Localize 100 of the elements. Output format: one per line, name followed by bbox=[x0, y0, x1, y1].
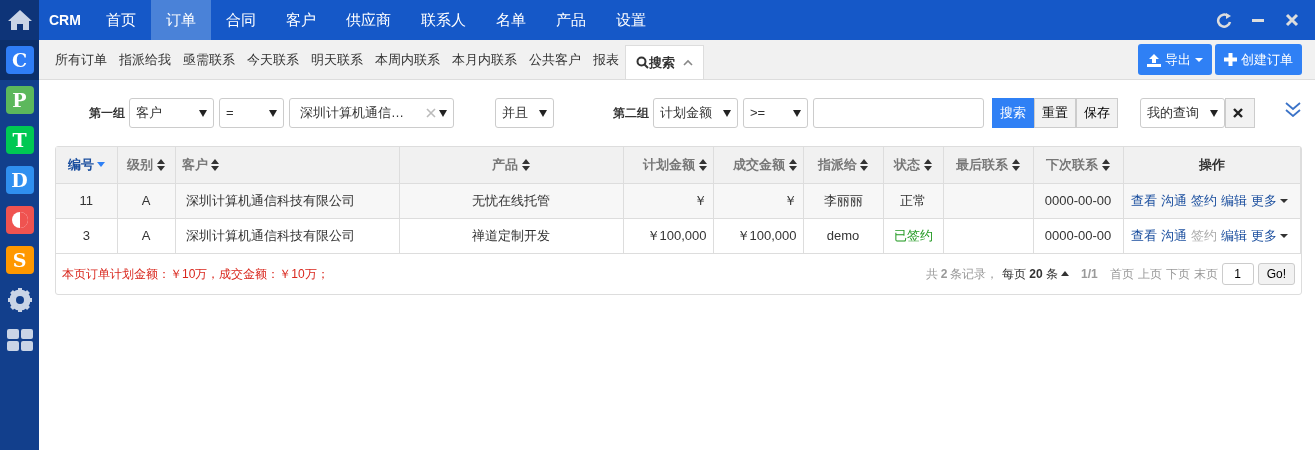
filter-button[interactable]: 搜索 bbox=[992, 98, 1034, 128]
action-link[interactable]: 编辑 bbox=[1221, 192, 1248, 208]
table-cell: ￥100,000 bbox=[736, 227, 797, 243]
field-select[interactable]: 计划金额 bbox=[653, 98, 738, 128]
subnav-link[interactable]: 指派给我 bbox=[113, 40, 177, 79]
action-link: 签约 bbox=[1191, 227, 1218, 243]
nav-tab[interactable]: 名单 bbox=[480, 0, 541, 40]
subnav-link[interactable]: 公共客户 bbox=[523, 40, 587, 79]
caret-icon bbox=[1194, 57, 1203, 62]
caret-icon bbox=[1280, 233, 1289, 238]
close-icon bbox=[1233, 108, 1243, 118]
table-cell: 0000-00-00 bbox=[1044, 227, 1112, 243]
table-cell: 李丽丽 bbox=[823, 192, 863, 208]
nav-tab[interactable]: 设置 bbox=[600, 0, 661, 40]
subnav-link[interactable]: 报表 bbox=[587, 40, 625, 79]
sort-icon bbox=[923, 158, 932, 171]
caret-icon bbox=[269, 109, 277, 117]
nav-tab[interactable]: 客户 bbox=[270, 0, 331, 40]
filter-button[interactable]: 重置 bbox=[1034, 98, 1076, 128]
sort-icon bbox=[1101, 158, 1110, 171]
filter-button[interactable]: 保存 bbox=[1076, 98, 1118, 128]
field-select[interactable]: 客户 bbox=[129, 98, 214, 128]
home-icon[interactable] bbox=[6, 9, 33, 31]
page-input[interactable]: 1 bbox=[1221, 262, 1254, 285]
action-link[interactable]: 签约 bbox=[1191, 192, 1218, 208]
table-cell: 无忧在线托管 bbox=[472, 192, 550, 208]
sort-icon bbox=[156, 158, 165, 171]
table-cell: 禅道定制开发 bbox=[472, 227, 550, 243]
settings-icon[interactable] bbox=[6, 287, 33, 313]
table-cell: demo bbox=[826, 227, 860, 243]
refresh-icon[interactable] bbox=[1216, 12, 1232, 28]
operator-select[interactable]: = bbox=[219, 98, 284, 128]
create-button[interactable]: 创建订单 bbox=[1215, 44, 1302, 75]
chevron-up-icon bbox=[683, 58, 693, 67]
value-select[interactable]: 深圳计算机通信… bbox=[289, 98, 454, 128]
close-icon[interactable] bbox=[1284, 12, 1300, 28]
app-icon[interactable] bbox=[5, 206, 34, 234]
subnav-link[interactable]: 本周内联系 bbox=[369, 40, 446, 79]
caret-icon bbox=[1280, 198, 1289, 203]
caret-icon bbox=[793, 109, 801, 117]
column-header: 操作 bbox=[1198, 156, 1225, 174]
subnav-link[interactable]: 所有订单 bbox=[49, 40, 113, 79]
app-icon[interactable]: C bbox=[5, 46, 34, 74]
logic-select[interactable]: 并且 bbox=[495, 98, 554, 128]
table-cell: 11 bbox=[79, 192, 93, 208]
column-header[interactable]: 产品 bbox=[492, 155, 530, 175]
subnav-link[interactable]: 本月内联系 bbox=[446, 40, 523, 79]
upload-icon bbox=[1146, 52, 1161, 67]
table-cell: 深圳计算机通信科技有限公司 bbox=[185, 192, 355, 208]
caret-icon bbox=[1060, 271, 1069, 276]
caret-icon bbox=[199, 109, 207, 117]
sort-icon bbox=[1011, 158, 1020, 171]
sort-icon bbox=[788, 158, 797, 171]
table-cell: ￥ bbox=[783, 192, 797, 208]
sort-icon bbox=[210, 158, 219, 171]
status-text: 已签约 bbox=[893, 227, 933, 243]
export-button[interactable]: 导出 bbox=[1137, 44, 1212, 75]
group-label: 第一组 bbox=[89, 105, 125, 122]
action-link[interactable]: 沟通 bbox=[1161, 227, 1188, 243]
table-cell: 3 bbox=[82, 227, 90, 243]
value-input[interactable] bbox=[813, 98, 984, 128]
apps-grid-icon[interactable] bbox=[6, 329, 33, 351]
table-cell: ￥100,000 bbox=[646, 227, 707, 243]
caret-icon bbox=[539, 109, 547, 117]
sort-icon bbox=[521, 158, 530, 171]
query-select[interactable]: 我的查询 bbox=[1140, 98, 1225, 128]
caret-icon bbox=[1210, 109, 1218, 117]
summary-text: 本页订单计划金额：￥10万，成交金额：￥10万； bbox=[62, 265, 329, 283]
nav-tab[interactable]: 订单 bbox=[150, 0, 211, 40]
status-text: 正常 bbox=[900, 192, 926, 208]
expand-icon[interactable] bbox=[1285, 101, 1301, 117]
plus-icon bbox=[1224, 53, 1237, 66]
subnav-link[interactable]: 亟需联系 bbox=[177, 40, 241, 79]
search-tab[interactable]: 搜索 bbox=[625, 45, 704, 79]
action-link[interactable]: 查看 bbox=[1131, 227, 1158, 243]
nav-tab[interactable]: 联系人 bbox=[405, 0, 481, 40]
sort-desc-icon bbox=[96, 162, 105, 168]
subnav-link[interactable]: 今天联系 bbox=[241, 40, 305, 79]
caret-icon bbox=[439, 109, 447, 117]
caret-icon bbox=[723, 109, 731, 117]
table-cell: 深圳计算机通信科技有限公司 bbox=[185, 227, 355, 243]
delete-query-button[interactable] bbox=[1225, 98, 1255, 128]
subnav-link[interactable]: 明天联系 bbox=[305, 40, 369, 79]
action-link[interactable]: 更多 bbox=[1251, 225, 1289, 246]
nav-tab[interactable]: 首页 bbox=[90, 0, 151, 40]
action-link[interactable]: 查看 bbox=[1131, 192, 1158, 208]
action-link[interactable]: 更多 bbox=[1251, 190, 1289, 211]
search-icon bbox=[636, 56, 649, 69]
action-link[interactable]: 沟通 bbox=[1161, 192, 1188, 208]
operator-select[interactable]: >= bbox=[743, 98, 808, 128]
page-count: 1/1 bbox=[1080, 265, 1098, 283]
page-size-dropdown[interactable]: 每页 20 条 bbox=[1002, 264, 1069, 283]
table-cell: A bbox=[141, 227, 151, 243]
nav-tab[interactable]: 供应商 bbox=[330, 0, 406, 40]
table-cell: A bbox=[141, 192, 151, 208]
action-link[interactable]: 编辑 bbox=[1221, 227, 1248, 243]
column-header[interactable]: 客户 bbox=[181, 155, 219, 175]
nav-tab[interactable]: 合同 bbox=[210, 0, 271, 40]
nav-tab[interactable]: 产品 bbox=[540, 0, 601, 40]
go-button[interactable]: Go! bbox=[1257, 262, 1295, 285]
